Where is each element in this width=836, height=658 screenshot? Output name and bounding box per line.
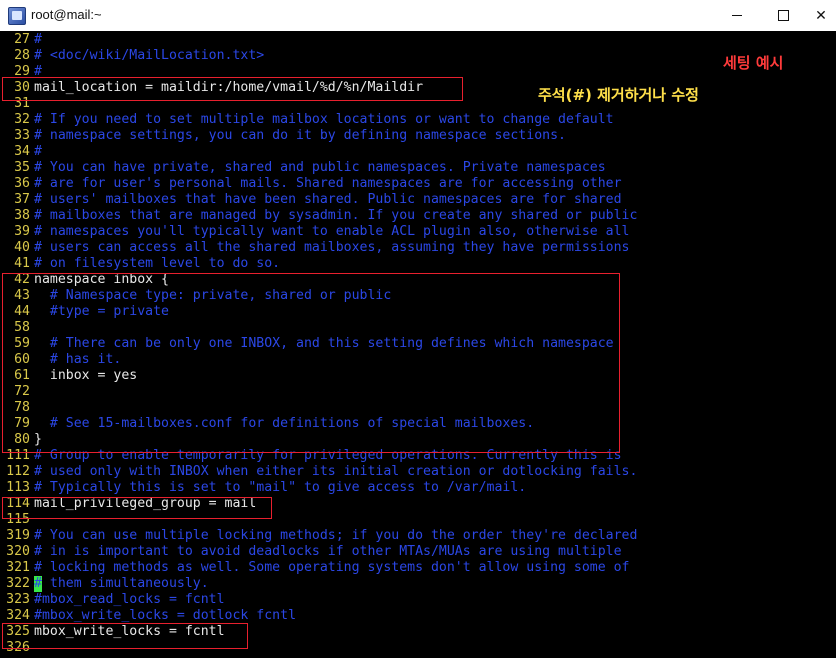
window-title: root@mail:~ [31,7,102,22]
line-text: # users' mailboxes that have been shared… [34,192,622,207]
line-number: 44 [14,304,30,319]
line-text: # namespaces you'll typically want to en… [34,224,630,239]
close-button[interactable]: ✕ [806,0,836,31]
line-text: # If you need to set multiple mailbox lo… [34,112,614,127]
line-number: 79 [14,416,30,431]
line-number: 59 [14,336,30,351]
line-number: 39 [14,224,30,239]
line-text: #mbox_write_locks = dotlock fcntl [34,608,297,623]
line-number: 41 [14,256,30,271]
line-number: 80 [14,432,30,447]
line-number: 114 [6,496,30,511]
line-number: 32 [14,112,30,127]
line-number: 58 [14,320,30,335]
line-text: # See 15-mailboxes.conf for definitions … [34,416,535,431]
line-number: 112 [6,464,30,479]
line-text: } [34,432,42,447]
line-text: # You can have private, shared and publi… [34,160,606,175]
line-text: # are for user's personal mails. Shared … [34,176,622,191]
terminal-app-icon [8,7,26,25]
line-number: 37 [14,192,30,207]
line-number: 322 [6,576,30,591]
line-number: 31 [14,96,30,111]
line-number: 320 [6,544,30,559]
line-text: # users can access all the shared mailbo… [34,240,630,255]
window-titlebar: root@mail:~ ✕ [0,0,836,32]
terminal-editor-area[interactable]: 326 325 mbox_write_locks = fcntl 324 #mbox_w… [0,31,836,658]
line-number: 28 [14,48,30,63]
line-number: 319 [6,528,30,543]
annotation-instruction-label: 주석(#) 제거하거나 수정 [538,86,699,104]
line-number: 36 [14,176,30,191]
line-text: # locking methods as well. Some operatin… [34,560,630,575]
line-text: # has it. [34,352,122,367]
line-text: # used only with INBOX when either its i… [34,464,638,479]
line-number: 40 [14,240,30,255]
line-text: # mailboxes that are managed by sysadmin… [34,208,638,223]
minimize-button[interactable] [714,0,760,31]
line-number: 115 [6,512,30,527]
text-cursor: # [34,576,42,592]
line-number: 60 [14,352,30,367]
line-text: # There can be only one INBOX, and this … [34,336,614,351]
line-text: mbox_write_locks = fcntl [34,624,225,639]
line-number: 30 [14,80,30,95]
line-text: # Namespace type: private, shared or pub… [34,288,392,303]
line-text: # [34,64,42,79]
line-text: namespace inbox { [34,272,169,287]
line-text: # You can use multiple locking methods; … [34,528,638,543]
line-number: 324 [6,608,30,623]
line-number: 321 [6,560,30,575]
line-text: inbox = yes [34,368,138,383]
line-number: 42 [14,272,30,287]
line-number: 326 [6,640,30,655]
line-number: 33 [14,128,30,143]
line-number: 323 [6,592,30,607]
line-number: 29 [14,64,30,79]
line-number: 38 [14,208,30,223]
maximize-button[interactable] [760,0,806,31]
line-number: 78 [14,400,30,415]
line-number: 27 [14,32,30,47]
line-text: #type = private [34,304,169,319]
line-number: 72 [14,384,30,399]
line-number: 61 [14,368,30,383]
close-icon: ✕ [815,7,827,24]
maximize-icon [777,10,789,21]
line-number: 325 [6,624,30,639]
line-number: 43 [14,288,30,303]
line-text: # Typically this is set to "mail" to giv… [34,480,527,495]
line-text: # [34,144,42,159]
line-number: 113 [6,480,30,495]
line-text: # in is important to avoid deadlocks if … [34,544,622,559]
annotation-example-label: 세팅 예시 [723,54,784,72]
line-text: mail_location = maildir:/home/vmail/%d/%… [34,80,424,95]
line-text: # Group to enable temporarily for privil… [34,448,622,463]
line-text: mail_privileged_group = mail [34,496,257,511]
line-text: # [34,32,42,47]
line-number: 34 [14,144,30,159]
line-number: 111 [6,448,30,463]
line-text: # them simultaneously. [34,576,209,592]
line-text: # namespace settings, you can do it by d… [34,128,566,143]
line-text: # <doc/wiki/MailLocation.txt> [34,48,265,63]
line-text: # on filesystem level to do so. [34,256,281,271]
line-text: #mbox_read_locks = fcntl [34,592,225,607]
line-number: 35 [14,160,30,175]
minimize-icon [732,15,742,16]
